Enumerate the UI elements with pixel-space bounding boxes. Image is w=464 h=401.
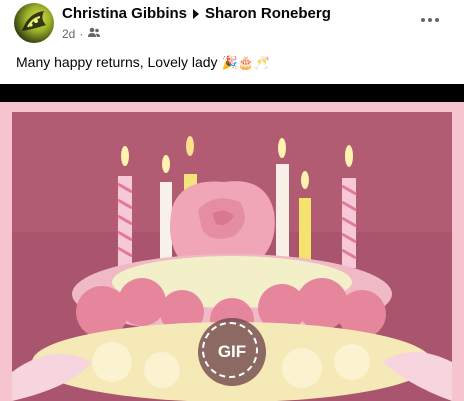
meta-separator: · [79,26,84,41]
author-avatar[interactable] [14,3,54,43]
recipient-name-link[interactable]: Sharon Roneberg [205,5,331,22]
post-meta: 2d · [62,26,101,41]
dot-icon [435,18,439,22]
media-top-bar [0,84,464,102]
post-names: Christina Gibbins Sharon Roneberg [62,5,331,22]
author-name-link[interactable]: Christina Gibbins [62,5,187,22]
gif-badge-label: GIF [217,342,247,361]
arrow-right-icon [193,8,200,19]
post-header: Christina Gibbins Sharon Roneberg 2d · [0,0,464,48]
post-emojis: 🎉🎂🥂 [221,56,271,71]
post-message: Many happy returns, Lovely lady [16,54,218,70]
gif-play-button[interactable]: GIF [198,318,266,386]
post-text: Many happy returns, Lovely lady 🎉🎂🥂 [16,54,270,71]
more-options-button[interactable] [418,8,442,32]
friends-icon[interactable] [87,26,101,41]
dot-icon [428,18,432,22]
post-timestamp[interactable]: 2d [62,27,75,41]
dot-icon [421,18,425,22]
